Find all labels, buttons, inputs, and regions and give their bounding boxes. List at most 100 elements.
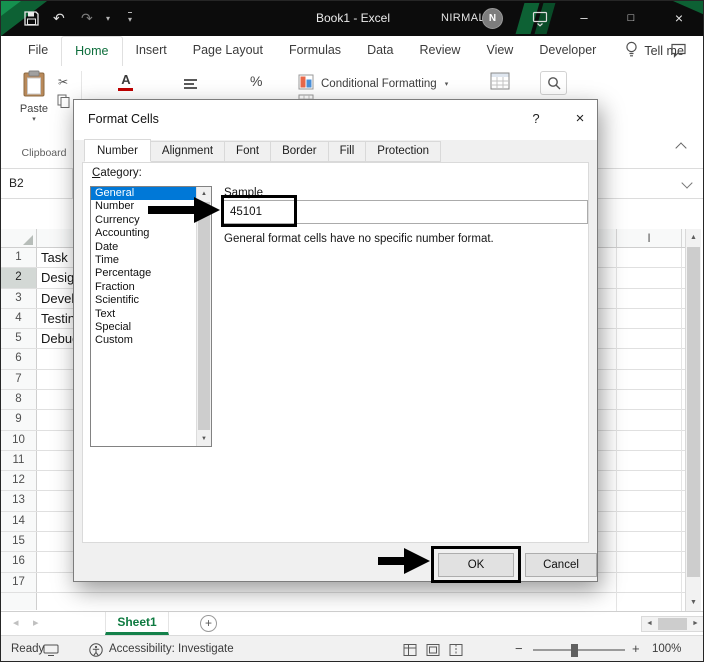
column-header-i[interactable]: I (616, 229, 681, 247)
category-item-scientific[interactable]: Scientific (91, 294, 196, 307)
row-header[interactable]: 16 (1, 552, 37, 572)
close-button[interactable]: × (660, 1, 698, 36)
name-box[interactable]: B2 (1, 169, 73, 198)
sheet-prev-icon[interactable]: ◂ (13, 612, 19, 635)
row-header[interactable]: 1 (1, 248, 37, 268)
vertical-scrollbar-thumb[interactable] (687, 247, 700, 577)
dialog-tab-border[interactable]: Border (271, 141, 329, 162)
find-select-button[interactable] (540, 71, 567, 95)
row-header[interactable]: 15 (1, 531, 37, 552)
scroll-left-icon[interactable]: ◄ (642, 617, 657, 631)
page-layout-view-icon[interactable] (426, 643, 440, 661)
zoom-slider-thumb[interactable] (571, 644, 578, 657)
accessibility-status[interactable]: Accessibility: Investigate (109, 636, 234, 661)
dialog-help-button[interactable]: ? (524, 100, 548, 138)
horizontal-scrollbar[interactable]: ◄ ► (641, 616, 703, 632)
save-icon[interactable] (23, 10, 40, 32)
percent-style-button[interactable]: % (250, 73, 262, 89)
tab-page-layout[interactable]: Page Layout (180, 36, 276, 66)
vertical-scrollbar[interactable]: ▲ ▼ (685, 229, 701, 611)
macro-record-icon[interactable] (43, 644, 59, 661)
avatar[interactable]: N (482, 8, 503, 29)
zoom-level[interactable]: 100% (652, 636, 681, 661)
row-header[interactable]: 13 (1, 491, 37, 511)
cell-styles-icon[interactable] (490, 71, 510, 96)
category-item-date[interactable]: Date (91, 241, 196, 254)
row-header[interactable]: 11 (1, 450, 37, 471)
tab-view[interactable]: View (473, 36, 526, 66)
tab-formulas[interactable]: Formulas (276, 36, 354, 66)
dialog-tab-protection[interactable]: Protection (366, 141, 442, 162)
redo-icon[interactable]: ↷ (81, 8, 93, 28)
cell-a3[interactable]: Devel (41, 289, 74, 309)
row-header[interactable]: 9 (1, 410, 37, 430)
cancel-button[interactable]: Cancel (525, 553, 597, 577)
align-icon[interactable] (184, 79, 197, 91)
row-header[interactable]: 6 (1, 349, 37, 369)
row-header[interactable]: 3 (1, 288, 37, 308)
sheet-next-icon[interactable]: ▸ (33, 612, 39, 635)
page-break-view-icon[interactable] (449, 643, 463, 661)
cell-a2[interactable]: Desig (41, 268, 74, 288)
cut-icon[interactable]: ✂ (58, 75, 68, 89)
row-header[interactable]: 14 (1, 511, 37, 531)
tab-insert[interactable]: Insert (123, 36, 180, 66)
font-color-button[interactable]: A (118, 72, 134, 91)
minimize-button[interactable]: – (565, 1, 603, 36)
scroll-down-icon[interactable]: ▼ (686, 594, 701, 611)
tab-review[interactable]: Review (406, 36, 473, 66)
row-header[interactable]: 2 (1, 268, 37, 288)
row-header[interactable]: 4 (1, 308, 37, 329)
undo-icon[interactable]: ↶ (53, 8, 65, 28)
tab-data[interactable]: Data (354, 36, 406, 66)
collapse-ribbon-icon[interactable] (675, 142, 687, 154)
horizontal-scrollbar-thumb[interactable] (658, 618, 687, 630)
comments-icon[interactable] (670, 42, 687, 64)
ribbon-display-options-icon[interactable] (532, 10, 548, 32)
paste-dropdown-icon[interactable]: ▾ (11, 115, 57, 123)
zoom-in-button[interactable]: + (632, 636, 640, 661)
dialog-tab-alignment[interactable]: Alignment (150, 141, 226, 162)
category-item-text[interactable]: Text (91, 308, 196, 321)
conditional-formatting-icon[interactable] (298, 74, 314, 95)
undo-dropdown-icon[interactable]: ▾ (106, 14, 110, 23)
category-listbox[interactable]: General Number Currency Accounting Date … (90, 186, 212, 447)
row-header[interactable]: 8 (1, 389, 37, 410)
scroll-down-icon[interactable]: ▼ (197, 432, 211, 446)
row-header[interactable]: 7 (1, 369, 37, 389)
select-all-corner[interactable] (1, 229, 37, 247)
cell-a4[interactable]: Testin (41, 309, 75, 329)
scroll-up-icon[interactable]: ▲ (686, 229, 701, 246)
sheet-tab-sheet1[interactable]: Sheet1 (105, 612, 169, 635)
row-header[interactable]: 10 (1, 430, 37, 450)
scroll-right-icon[interactable]: ► (688, 617, 703, 631)
row-header[interactable]: 12 (1, 471, 37, 491)
formula-bar-expand-icon[interactable] (681, 177, 693, 189)
cell-a1[interactable]: Task (41, 248, 68, 268)
new-sheet-button[interactable]: + (200, 615, 217, 632)
category-item-special[interactable]: Special (91, 321, 196, 334)
normal-view-icon[interactable] (403, 643, 417, 661)
tab-developer[interactable]: Developer (526, 36, 609, 66)
copy-icon[interactable] (57, 94, 71, 114)
category-item-fraction[interactable]: Fraction (91, 281, 196, 294)
tab-home[interactable]: Home (61, 36, 123, 66)
row-header[interactable]: 5 (1, 329, 37, 349)
dialog-close-icon[interactable]: × (565, 100, 595, 138)
zoom-slider-track[interactable] (533, 649, 625, 651)
row-header[interactable]: 17 (1, 572, 37, 592)
category-item-custom[interactable]: Custom (91, 334, 196, 347)
account-name[interactable]: NIRMAL (441, 1, 485, 36)
category-item-percentage[interactable]: Percentage (91, 267, 196, 280)
category-item-accounting[interactable]: Accounting (91, 227, 196, 240)
maximize-button[interactable]: □ (612, 1, 650, 36)
paste-button[interactable]: Paste ▾ (11, 70, 57, 123)
listbox-scrollbar[interactable]: ▲ ▼ (196, 187, 211, 446)
category-item-time[interactable]: Time (91, 254, 196, 267)
listbox-scrollbar-thumb[interactable] (198, 202, 210, 430)
conditional-formatting-button[interactable]: Conditional Formatting ▾ (321, 78, 448, 90)
dialog-tab-fill[interactable]: Fill (328, 141, 367, 162)
tab-file[interactable]: File (15, 36, 61, 66)
zoom-out-button[interactable]: − (515, 636, 523, 661)
dialog-tab-font[interactable]: Font (225, 141, 272, 162)
